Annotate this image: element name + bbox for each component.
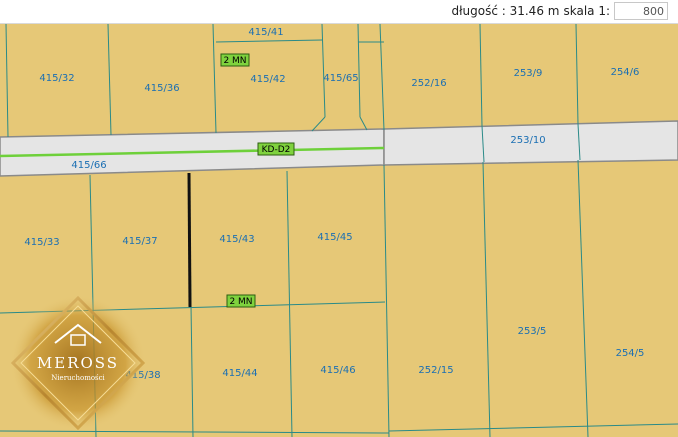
parcel-label: 415/42 <box>250 74 285 85</box>
svg-text:KD-D2: KD-D2 <box>262 145 291 155</box>
parcel-label: 415/43 <box>219 234 254 245</box>
parcel-label: 252/16 <box>411 78 446 89</box>
parcel-label: 415/33 <box>24 237 59 248</box>
parcel-label: 254/6 <box>611 67 640 78</box>
svg-text:2 MN: 2 MN <box>229 297 252 307</box>
parcel-label: 253/9 <box>514 68 543 79</box>
parcel-label: 415/37 <box>122 236 157 247</box>
svg-text:2 MN: 2 MN <box>223 56 246 66</box>
parcel-label: 253/10 <box>510 135 545 146</box>
zone-marker: KD-D2 <box>257 142 295 156</box>
scale-label: skala 1: <box>563 4 610 18</box>
parcel-label: 415/44 <box>222 368 257 379</box>
parcel-label: 415/41 <box>248 27 283 38</box>
zone-marker: 2 MN <box>220 53 250 67</box>
measure-toolbar: długość : 31.46 m skala 1: <box>0 0 678 24</box>
parcel-label: 415/45 <box>317 232 352 243</box>
cadastral-map[interactable]: 415/41 415/32 415/36 415/42 415/65 252/1… <box>0 0 678 437</box>
parcel-label: 252/15 <box>418 365 453 376</box>
svg-text:MEROSS: MEROSS <box>37 354 119 372</box>
parcel-label: 415/46 <box>320 365 355 376</box>
parcel-label: 415/65 <box>323 73 358 84</box>
parcel-label: 254/5 <box>616 348 645 359</box>
svg-text:Nieruchomości: Nieruchomości <box>51 374 105 382</box>
zone-marker: 2 MN <box>226 294 256 308</box>
parcel-label: 253/5 <box>518 326 547 337</box>
parcel-label: 415/32 <box>39 73 74 84</box>
parcel-label: 415/36 <box>144 83 179 94</box>
length-readout: długość : 31.46 m <box>451 4 560 18</box>
scale-input[interactable] <box>614 2 668 20</box>
parcel-label: 415/66 <box>71 160 106 171</box>
watermark-logo: MEROSS Nieruchomości <box>10 295 146 431</box>
